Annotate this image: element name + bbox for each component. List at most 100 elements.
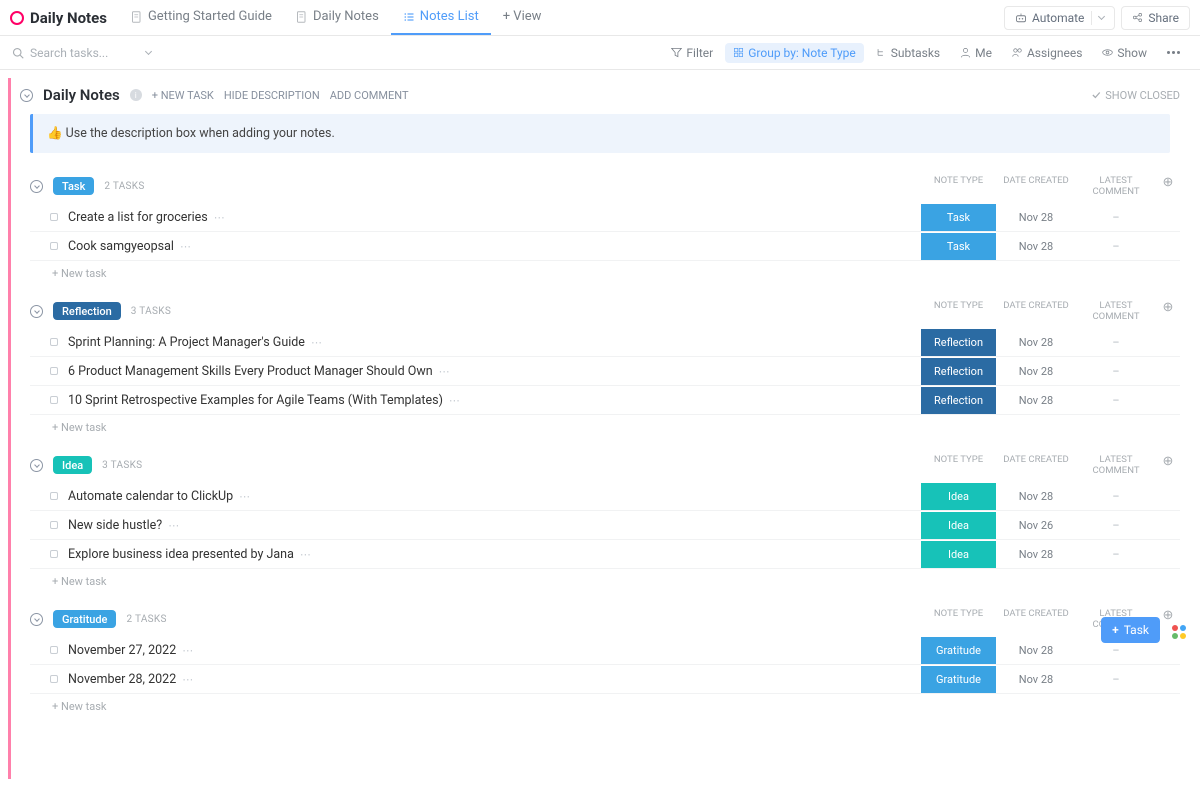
search-wrap[interactable]: [12, 46, 172, 60]
cell-note-type[interactable]: Idea: [921, 512, 996, 539]
show-button[interactable]: Show: [1094, 43, 1155, 63]
group-badge[interactable]: Idea: [53, 456, 92, 474]
table-row[interactable]: Automate calendar to ClickUp⋯ Idea Nov 2…: [30, 482, 1180, 511]
edit-hint-icon: ⋯: [182, 673, 193, 686]
group-header: Reflection 3 TASKS NOTE TYPE DATE CREATE…: [30, 296, 1180, 328]
status-checkbox[interactable]: [50, 550, 58, 558]
table-row[interactable]: 6 Product Management Skills Every Produc…: [30, 357, 1180, 386]
cell-note-type[interactable]: Reflection: [921, 387, 996, 414]
status-checkbox[interactable]: [50, 396, 58, 404]
group-collapse-toggle[interactable]: [30, 305, 43, 318]
tab-notes-list[interactable]: Notes List: [391, 0, 491, 35]
more-button[interactable]: [1159, 48, 1188, 57]
subtasks-button[interactable]: Subtasks: [868, 43, 948, 63]
automate-label: Automate: [1032, 11, 1084, 25]
filter-label: Filter: [686, 46, 713, 60]
cell-note-type[interactable]: Reflection: [921, 358, 996, 385]
new-task-row[interactable]: + New task: [30, 569, 1180, 590]
group-collapse-toggle[interactable]: [30, 613, 43, 626]
tab-add-view[interactable]: + View: [491, 0, 554, 35]
cell-date: Nov 28: [996, 336, 1076, 349]
table-row[interactable]: New side hustle?⋯ Idea Nov 26 –: [30, 511, 1180, 540]
task-title[interactable]: 10 Sprint Retrospective Examples for Agi…: [68, 393, 921, 408]
status-checkbox[interactable]: [50, 242, 58, 250]
cell-note-type[interactable]: Reflection: [921, 329, 996, 356]
assignees-button[interactable]: Assignees: [1004, 43, 1090, 63]
status-checkbox[interactable]: [50, 675, 58, 683]
task-title[interactable]: Cook samgyeopsal⋯: [68, 239, 921, 254]
group-header: Idea 3 TASKS NOTE TYPE DATE CREATED LATE…: [30, 450, 1180, 482]
groupby-button[interactable]: Group by: Note Type: [725, 43, 863, 63]
status-checkbox[interactable]: [50, 367, 58, 375]
cell-note-type[interactable]: Gratitude: [921, 637, 996, 664]
new-task-row[interactable]: + New task: [30, 694, 1180, 715]
group-count: 2 TASKS: [126, 614, 166, 625]
me-label: Me: [975, 46, 992, 60]
new-task-button[interactable]: + NEW TASK: [152, 89, 214, 102]
collapse-toggle[interactable]: [20, 89, 33, 102]
task-title[interactable]: November 27, 2022⋯: [68, 643, 921, 658]
table-row[interactable]: November 28, 2022⋯ Gratitude Nov 28 –: [30, 665, 1180, 694]
group-badge[interactable]: Gratitude: [53, 610, 116, 628]
group-header: Task 2 TASKS NOTE TYPE DATE CREATED LATE…: [30, 171, 1180, 203]
new-task-float-button[interactable]: + Task: [1101, 617, 1160, 643]
task-title[interactable]: Sprint Planning: A Project Manager's Gui…: [68, 335, 921, 350]
col-latest-comment: LATEST COMMENT: [1076, 300, 1156, 322]
cell-note-type[interactable]: Task: [921, 204, 996, 231]
tab-daily-notes[interactable]: Daily Notes: [284, 0, 391, 35]
task-title[interactable]: Explore business idea presented by Jana⋯: [68, 547, 921, 562]
add-column-button[interactable]: ⊕: [1156, 300, 1180, 322]
task-title[interactable]: Create a list for groceries⋯: [68, 210, 921, 225]
status-checkbox[interactable]: [50, 521, 58, 529]
me-button[interactable]: Me: [952, 43, 1000, 63]
column-headers: NOTE TYPE DATE CREATED LATEST COMMENT ⊕: [921, 175, 1180, 197]
cell-note-type[interactable]: Task: [921, 233, 996, 260]
share-button[interactable]: Share: [1121, 6, 1190, 30]
chevron-down-icon[interactable]: [145, 48, 152, 55]
search-icon: [12, 47, 24, 59]
table-row[interactable]: November 27, 2022⋯ Gratitude Nov 28 –: [30, 636, 1180, 665]
tab-getting-started[interactable]: Getting Started Guide: [119, 0, 284, 35]
dots-icon: [1167, 51, 1180, 54]
task-title[interactable]: 6 Product Management Skills Every Produc…: [68, 364, 921, 379]
group-badge[interactable]: Reflection: [53, 302, 121, 320]
search-input[interactable]: [30, 46, 140, 60]
add-comment-button[interactable]: ADD COMMENT: [330, 89, 409, 102]
cell-note-type[interactable]: Gratitude: [921, 666, 996, 693]
filter-button[interactable]: Filter: [663, 43, 721, 63]
table-row[interactable]: 10 Sprint Retrospective Examples for Agi…: [30, 386, 1180, 415]
cell-note-type[interactable]: Idea: [921, 483, 996, 510]
new-task-row[interactable]: + New task: [30, 261, 1180, 282]
group-count: 3 TASKS: [131, 306, 171, 317]
group-collapse-toggle[interactable]: [30, 180, 43, 193]
table-row[interactable]: Cook samgyeopsal⋯ Task Nov 28 –: [30, 232, 1180, 261]
cell-note-type[interactable]: Idea: [921, 541, 996, 568]
edit-hint-icon: ⋯: [239, 490, 250, 503]
group-count: 2 TASKS: [104, 181, 144, 192]
task-title[interactable]: Automate calendar to ClickUp⋯: [68, 489, 921, 504]
group-badge[interactable]: Task: [53, 177, 94, 195]
apps-float-button[interactable]: [1168, 621, 1190, 643]
column-headers: NOTE TYPE DATE CREATED LATEST COMMENT ⊕: [921, 300, 1180, 322]
status-checkbox[interactable]: [50, 492, 58, 500]
automate-button[interactable]: Automate: [1004, 6, 1115, 30]
table-row[interactable]: Create a list for groceries⋯ Task Nov 28…: [30, 203, 1180, 232]
group-reflection: Reflection 3 TASKS NOTE TYPE DATE CREATE…: [30, 296, 1180, 436]
hide-description-button[interactable]: HIDE DESCRIPTION: [224, 89, 320, 102]
task-title[interactable]: New side hustle?⋯: [68, 518, 921, 533]
add-column-button[interactable]: ⊕: [1156, 175, 1180, 197]
list-title: Daily Notes: [43, 86, 120, 104]
add-column-button[interactable]: ⊕: [1156, 454, 1180, 476]
page-title-text: Daily Notes: [30, 9, 107, 27]
info-icon[interactable]: i: [130, 89, 142, 101]
table-row[interactable]: Sprint Planning: A Project Manager's Gui…: [30, 328, 1180, 357]
show-closed-button[interactable]: SHOW CLOSED: [1091, 89, 1180, 102]
status-checkbox[interactable]: [50, 646, 58, 654]
status-checkbox[interactable]: [50, 338, 58, 346]
check-icon: [1091, 90, 1101, 100]
table-row[interactable]: Explore business idea presented by Jana⋯…: [30, 540, 1180, 569]
task-title[interactable]: November 28, 2022⋯: [68, 672, 921, 687]
status-checkbox[interactable]: [50, 213, 58, 221]
group-collapse-toggle[interactable]: [30, 459, 43, 472]
new-task-row[interactable]: + New task: [30, 415, 1180, 436]
